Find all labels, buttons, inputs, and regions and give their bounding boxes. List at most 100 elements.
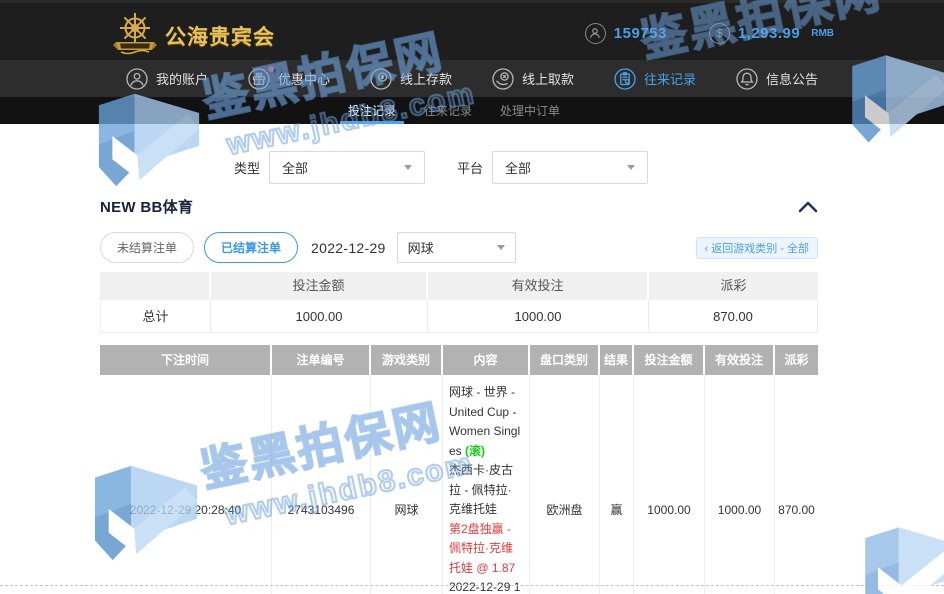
gift-icon <box>248 68 270 90</box>
nav-label: 信息公告 <box>766 69 818 88</box>
date-value: 2022-12-29 <box>311 240 386 256</box>
user-icon <box>585 23 606 44</box>
type-filter-label: 类型 <box>234 158 260 177</box>
nav-item-promotions[interactable]: 优惠中心 <box>248 68 330 90</box>
chevron-down-icon <box>627 165 635 170</box>
col-header-game-type: 游戏类别 <box>371 345 443 375</box>
summary-total-label: 总计 <box>100 300 211 333</box>
nav-label: 线上存款 <box>400 69 452 88</box>
shield-check-icon <box>855 520 944 594</box>
ship-wheel-icon <box>112 11 158 60</box>
col-header-content: 内容 <box>443 345 530 375</box>
cell-market-type: 欧洲盘 <box>530 375 600 594</box>
nav-label: 线上取款 <box>522 69 574 88</box>
live-tag: (滚) <box>465 444 485 458</box>
sub-nav: 投注记录 往来记录 处理中订单 <box>0 97 944 124</box>
header-account-area: 159753 $ 1,293.99 RMB <box>585 3 834 63</box>
chevron-down-icon <box>497 245 505 250</box>
platform-select-value: 全部 <box>505 158 627 177</box>
button-label: 未结算注单 <box>117 239 177 256</box>
col-header-order-no: 注单编号 <box>272 345 371 375</box>
currency-label: RMB <box>811 28 834 39</box>
user-id-chip[interactable]: 159753 <box>585 23 667 44</box>
notification-dot <box>268 66 274 72</box>
sport-select[interactable]: 网球 <box>397 232 516 263</box>
type-select[interactable]: 全部 <box>269 151 425 184</box>
table-row: 2022-12-29 20:28:40 2743103496 网球 网球 - 世… <box>100 375 818 594</box>
bet-selection: 第2盘独赢 - 佩特拉·克维托娃 @ 1.87 <box>449 520 523 579</box>
settled-bets-button[interactable]: 已结算注单 <box>204 232 298 263</box>
tab-bet-records[interactable]: 投注记录 <box>346 97 398 124</box>
button-label: 已结算注单 <box>221 239 281 256</box>
subtab-label: 往来记录 <box>424 102 472 119</box>
records-icon <box>614 68 636 90</box>
page: 公海贵宾会 159753 $ 1,293.99 RMB <box>0 0 944 594</box>
platform-select[interactable]: 全部 <box>492 151 648 184</box>
bottom-dashed-divider <box>0 585 944 586</box>
table-header-row: 下注时间 注单编号 游戏类别 内容 盘口类别 结果 投注金额 有效投注 派彩 <box>100 345 818 375</box>
summary-valid-bet: 1000.00 <box>428 300 649 333</box>
balance-amount: 1,293.99 <box>738 25 800 42</box>
nav-item-deposit[interactable]: 线上存款 <box>370 68 452 90</box>
main-nav: 我的账户 优惠中心 线上存款 <box>0 60 944 97</box>
tab-pending-orders[interactable]: 处理中订单 <box>498 97 562 124</box>
summary-header-empty <box>100 272 211 300</box>
summary-table: 投注金额 有效投注 派彩 总计 1000.00 1000.00 870.00 <box>100 272 818 333</box>
cell-valid-bet: 1000.00 <box>705 375 775 594</box>
col-header-valid-bet: 有效投注 <box>705 345 775 375</box>
summary-header-payout: 派彩 <box>649 272 818 300</box>
controls-row: 未结算注单 已结算注单 2022-12-29 网球 ‹ 返回游戏类别 - 全部 <box>100 232 818 263</box>
chevron-down-icon <box>404 165 412 170</box>
summary-payout: 870.00 <box>649 300 818 333</box>
summary-header-valid-bet: 有效投注 <box>428 272 649 300</box>
type-select-value: 全部 <box>282 158 404 177</box>
unsettled-bets-button[interactable]: 未结算注单 <box>100 232 194 263</box>
dollar-icon: $ <box>709 23 730 44</box>
site-logo[interactable]: 公海贵宾会 <box>112 11 275 60</box>
nav-item-records[interactable]: 往来记录 <box>614 68 696 90</box>
tab-transaction-records[interactable]: 往来记录 <box>422 97 474 124</box>
chevron-up-icon[interactable] <box>798 200 818 213</box>
deposit-icon <box>370 68 392 90</box>
col-header-bet-amount: 投注金额 <box>634 345 705 375</box>
cell-game-type: 网球 <box>371 375 443 594</box>
col-header-result: 结果 <box>600 345 634 375</box>
col-header-time: 下注时间 <box>100 345 272 375</box>
section-header: NEW BB体育 <box>100 196 818 217</box>
match-time: 2022-12-29 19:00 <box>449 578 523 594</box>
cell-payout: 870.00 <box>775 375 818 594</box>
back-to-categories-button[interactable]: ‹ 返回游戏类别 - 全部 <box>696 237 819 259</box>
summary-total-row: 总计 1000.00 1000.00 870.00 <box>100 300 818 333</box>
nav-item-withdraw[interactable]: 线上取款 <box>492 68 574 90</box>
sport-select-value: 网球 <box>408 238 497 257</box>
withdraw-icon <box>492 68 514 90</box>
subtab-label: 投注记录 <box>348 102 396 119</box>
balance-chip[interactable]: $ 1,293.99 RMB <box>709 23 834 44</box>
logo-text: 公海贵宾会 <box>165 21 275 51</box>
platform-filter-label: 平台 <box>457 158 483 177</box>
nav-item-announcements[interactable]: 信息公告 <box>736 68 818 90</box>
nav-label: 我的账户 <box>156 69 208 88</box>
subtab-label: 处理中订单 <box>500 102 560 119</box>
summary-header-row: 投注金额 有效投注 派彩 <box>100 272 818 300</box>
button-label: ‹ 返回游戏类别 - 全部 <box>705 240 810 256</box>
top-header: 公海贵宾会 159753 $ 1,293.99 RMB <box>0 0 944 60</box>
account-icon <box>126 68 148 90</box>
cell-content: 网球 - 世界 - United Cup - Women Singles (滚)… <box>443 375 530 594</box>
match-players: 杰西卡·皮古拉 - 佩特拉·克维托娃 <box>449 461 523 520</box>
user-id: 159753 <box>614 25 667 42</box>
bell-icon <box>736 68 758 90</box>
summary-bet-amount: 1000.00 <box>211 300 428 333</box>
cell-bet-time: 2022-12-29 20:28:40 <box>100 375 272 594</box>
bet-detail-table: 下注时间 注单编号 游戏类别 内容 盘口类别 结果 投注金额 有效投注 派彩 2… <box>100 345 818 594</box>
col-header-market: 盘口类别 <box>530 345 600 375</box>
col-header-payout: 派彩 <box>775 345 818 375</box>
nav-item-my-account[interactable]: 我的账户 <box>126 68 208 90</box>
filter-row: 类型 全部 平台 全部 <box>234 151 648 184</box>
cell-bet-amount: 1000.00 <box>634 375 705 594</box>
summary-header-bet-amount: 投注金额 <box>211 272 428 300</box>
nav-label: 优惠中心 <box>278 69 330 88</box>
section-title: NEW BB体育 <box>100 196 193 217</box>
cell-order-no: 2743103496 <box>272 375 371 594</box>
cell-result: 赢 <box>600 375 634 594</box>
